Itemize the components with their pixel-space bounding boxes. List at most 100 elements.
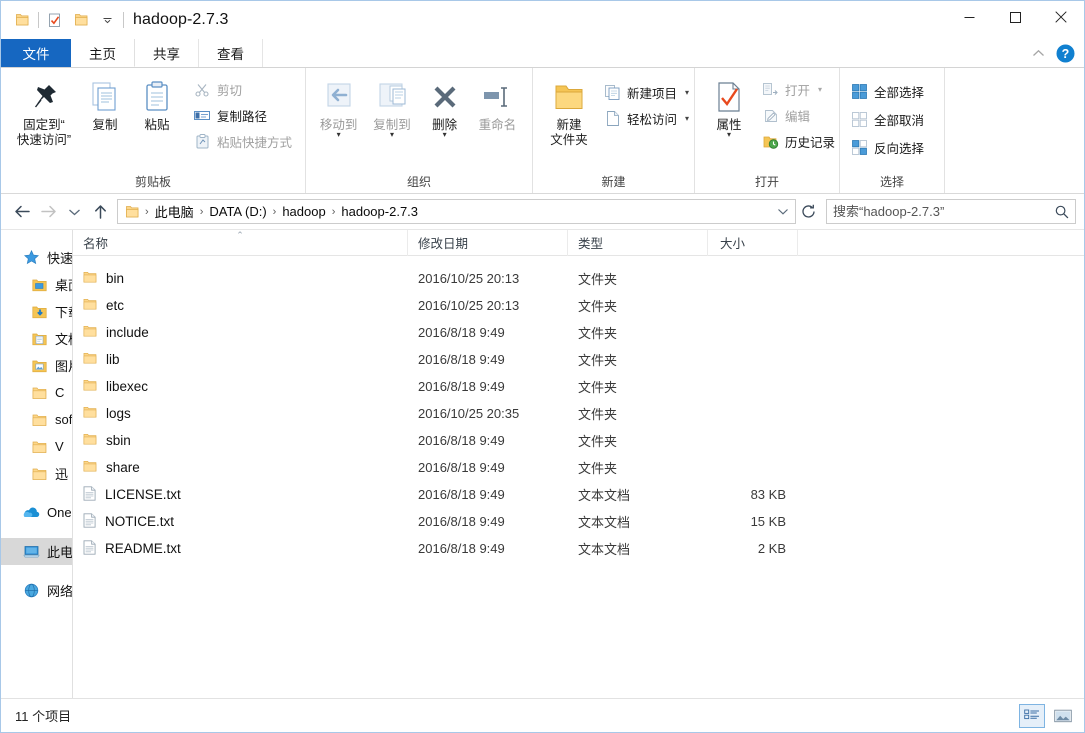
tab-share[interactable]: 共享 (135, 39, 199, 67)
rename-button[interactable]: 重命名 (471, 74, 524, 133)
history-button[interactable]: 历史记录 (757, 130, 840, 153)
properties-caret-icon[interactable]: ▾ (727, 131, 731, 139)
ribbon-tab-bar-right: ? (1027, 39, 1084, 67)
navpane-item-downloads[interactable]: 下载 (1, 298, 72, 325)
navpane-item-c[interactable]: C (1, 379, 72, 406)
qat-folder-icon[interactable] (9, 7, 35, 33)
table-row[interactable]: README.txt 2016/8/18 9:49 文本文档 2 KB (73, 535, 1084, 562)
new-item-button[interactable]: 新建项目 ▾ (599, 81, 694, 104)
table-row[interactable]: etc 2016/10/25 20:13 文件夹 (73, 292, 1084, 319)
collapse-ribbon-button[interactable] (1027, 42, 1049, 64)
breadcrumb-bar[interactable]: › 此电脑 › DATA (D:) › hadoop › hadoop-2.7.… (117, 199, 796, 224)
navpane-item-desktop[interactable]: 桌面 (1, 271, 72, 298)
recent-locations-button[interactable] (61, 199, 87, 225)
open-button[interactable]: 打开 ▾ (757, 78, 840, 101)
address-bar: › 此电脑 › DATA (D:) › hadoop › hadoop-2.7.… (1, 194, 1084, 229)
breadcrumb-item-hadoop-273[interactable]: hadoop-2.7.3 (336, 204, 423, 219)
column-header-filler (798, 230, 1084, 256)
easy-access-caret-icon[interactable]: ▾ (685, 114, 689, 123)
navpane-item-quick-access[interactable]: 快速访问 (1, 244, 72, 271)
select-none-button[interactable]: 全部取消 (846, 108, 929, 131)
column-header-size[interactable]: 大小 (708, 229, 798, 256)
large-icons-view-button[interactable] (1050, 704, 1076, 728)
search-box[interactable] (826, 199, 1076, 224)
file-date-cell: 2016/8/18 9:49 (418, 541, 505, 556)
copy-path-button[interactable]: 复制路径 (189, 104, 297, 127)
tab-home[interactable]: 主页 (71, 39, 135, 67)
paste-shortcut-icon (194, 133, 211, 150)
column-header-name[interactable]: ⌃ 名称 (73, 229, 408, 256)
table-row[interactable]: libexec 2016/8/18 9:49 文件夹 (73, 373, 1084, 400)
navpane-item-this-pc[interactable]: 此电脑 (1, 538, 72, 565)
cut-button[interactable]: 剪切 (189, 78, 297, 101)
folder-icon (31, 465, 48, 482)
back-button[interactable] (9, 199, 35, 225)
easy-access-button[interactable]: 轻松访问 ▾ (599, 107, 694, 130)
table-row[interactable]: sbin 2016/8/18 9:49 文件夹 (73, 427, 1084, 454)
clipboard-small-buttons: 剪切 复制路径 粘贴快捷方式 (189, 74, 297, 153)
minimize-button[interactable] (946, 1, 992, 33)
breadcrumb-item-this-pc[interactable]: 此电脑 (150, 202, 199, 221)
tab-file[interactable]: 文件 (1, 39, 71, 67)
close-button[interactable] (1038, 1, 1084, 33)
copy-path-label: 复制路径 (216, 110, 267, 124)
navpane-item-xun[interactable]: 迅 (1, 460, 72, 487)
paste-shortcut-button[interactable]: 粘贴快捷方式 (189, 130, 297, 153)
edit-button[interactable]: 编辑 (757, 104, 840, 127)
breadcrumb-item-hadoop[interactable]: hadoop (277, 204, 330, 219)
move-to-button[interactable]: 移动到 ▾ (312, 74, 365, 139)
file-type-cell: 文件夹 (578, 353, 618, 368)
table-row[interactable]: logs 2016/10/25 20:35 文件夹 (73, 400, 1084, 427)
file-rows: bin 2016/10/25 20:13 文件夹 etc 2016/10/25 … (73, 256, 1084, 698)
up-button[interactable] (87, 199, 113, 225)
table-row[interactable]: LICENSE.txt 2016/8/18 9:49 文本文档 83 KB (73, 481, 1084, 508)
properties-button[interactable]: 属性 ▾ (703, 74, 755, 139)
refresh-button[interactable] (796, 199, 820, 224)
file-date-cell: 2016/8/18 9:49 (418, 325, 505, 340)
navpane-item-documents[interactable]: 文档 (1, 325, 72, 352)
folder-icon (31, 411, 48, 428)
qat-properties-icon[interactable] (42, 7, 68, 33)
navpane-item-v[interactable]: V (1, 433, 72, 460)
copy-to-caret-icon[interactable]: ▾ (390, 131, 394, 139)
table-row[interactable]: lib 2016/8/18 9:49 文件夹 (73, 346, 1084, 373)
search-input[interactable] (833, 204, 1055, 219)
paste-button[interactable]: 粘贴 (131, 74, 183, 133)
paste-label: 粘贴 (144, 118, 170, 132)
pin-to-quick-access-button[interactable]: 固定到“ 快速访问” (9, 74, 79, 148)
table-row[interactable]: bin 2016/10/25 20:13 文件夹 (73, 265, 1084, 292)
select-none-icon (851, 111, 868, 128)
open-caret-icon[interactable]: ▾ (818, 85, 822, 94)
table-row[interactable]: include 2016/8/18 9:49 文件夹 (73, 319, 1084, 346)
table-row[interactable]: NOTICE.txt 2016/8/18 9:49 文本文档 15 KB (73, 508, 1084, 535)
delete-caret-icon[interactable]: ▾ (443, 131, 447, 139)
tab-view[interactable]: 查看 (199, 39, 263, 67)
copy-button[interactable]: 复制 (79, 74, 131, 133)
column-header-date[interactable]: 修改日期 (408, 229, 568, 256)
table-row[interactable]: share 2016/8/18 9:49 文件夹 (73, 454, 1084, 481)
invert-selection-button[interactable]: 反向选择 (846, 136, 929, 159)
navpane-item-onedrive[interactable]: OneDrive (1, 499, 72, 526)
navpane-item-sof[interactable]: sof (1, 406, 72, 433)
column-header-type[interactable]: 类型 (568, 229, 708, 256)
maximize-button[interactable] (992, 1, 1038, 33)
move-to-caret-icon[interactable]: ▾ (337, 131, 341, 139)
select-all-button[interactable]: 全部选择 (846, 80, 929, 103)
qat-new-folder-icon[interactable] (68, 7, 94, 33)
navigation-pane: 快速访问 桌面 下载 文档 (1, 230, 73, 698)
qat-chevron-down-icon[interactable] (94, 7, 120, 33)
details-view-button[interactable] (1019, 703, 1045, 728)
forward-button[interactable] (35, 199, 61, 225)
navpane-label-desktop: 桌面 (55, 278, 72, 293)
delete-button[interactable]: 删除 ▾ (419, 74, 471, 139)
address-dropdown-icon[interactable] (773, 201, 793, 223)
new-folder-button[interactable]: 新建 文件夹 (543, 74, 595, 148)
navpane-item-network[interactable]: 网络 (1, 577, 72, 604)
help-button[interactable]: ? (1055, 43, 1075, 63)
navpane-item-pictures[interactable]: 图片 (1, 352, 72, 379)
copy-to-button[interactable]: 复制到 ▾ (365, 74, 418, 139)
new-item-caret-icon[interactable]: ▾ (685, 88, 689, 97)
search-icon[interactable] (1055, 205, 1069, 219)
breadcrumb-folder-icon[interactable] (123, 205, 144, 219)
breadcrumb-item-data-d[interactable]: DATA (D:) (204, 204, 271, 219)
